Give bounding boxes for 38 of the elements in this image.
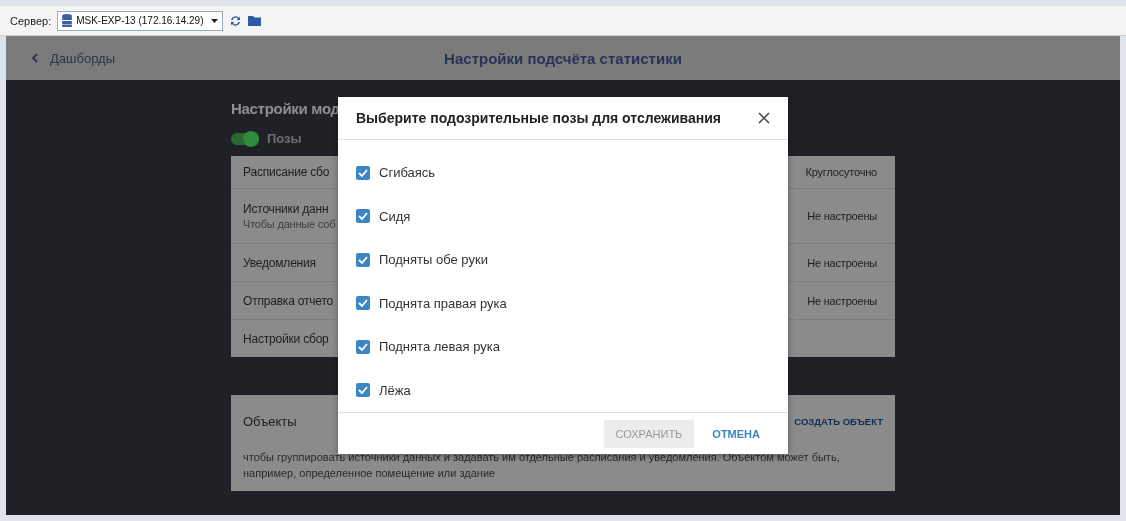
caret-icon xyxy=(211,18,219,23)
server-dropdown[interactable]: MSK-EXP-13 (172.16.14.29) xyxy=(57,10,224,31)
checkbox[interactable] xyxy=(356,339,370,354)
setting-label: Источники данн xyxy=(243,202,330,216)
back-link[interactable]: Дашборды xyxy=(32,50,115,66)
option-label: Лёжа xyxy=(379,382,411,398)
toggle-label: Позы xyxy=(267,131,302,146)
dialog-title: Выберите подозрительные позы для отслеживания xyxy=(356,110,722,126)
poses-toggle[interactable] xyxy=(231,132,259,145)
setting-label: Расписание сбо xyxy=(243,165,330,179)
cancel-button[interactable]: ОТМЕНА xyxy=(712,428,760,440)
chevron-left-icon xyxy=(32,53,38,63)
setting-label: Уведомления xyxy=(243,255,316,270)
option-label: Подняты обе руки xyxy=(379,252,488,268)
page-title: Настройки подсчёта статистики xyxy=(444,49,682,67)
setting-value: Не настроены xyxy=(807,210,877,222)
setting-value: Не настроены xyxy=(807,256,877,269)
server-label: Сервер: xyxy=(10,14,52,27)
setting-label: Отправка отчето xyxy=(243,293,334,308)
create-object-button[interactable]: СОЗДАТЬ ОБЪЕКТ xyxy=(794,415,883,427)
checkbox[interactable] xyxy=(356,165,370,180)
checkbox[interactable] xyxy=(356,252,370,267)
database-icon xyxy=(62,14,73,27)
close-icon[interactable] xyxy=(758,112,770,124)
option-label: Поднята правая рука xyxy=(379,295,507,311)
option-label: Поднята левая рука xyxy=(379,339,500,355)
setting-value: Не настроены xyxy=(807,294,877,307)
objects-title: Объекты xyxy=(243,413,297,429)
folder-icon[interactable] xyxy=(248,15,262,26)
checkbox[interactable] xyxy=(356,209,370,224)
option-label: Сидя xyxy=(379,208,411,224)
setting-value: Круглосуточно xyxy=(805,166,877,178)
option-label: Сгибаясь xyxy=(379,165,436,181)
refresh-icon[interactable] xyxy=(229,14,243,27)
checkbox[interactable] xyxy=(356,296,370,311)
checkbox[interactable] xyxy=(356,383,370,398)
setting-label: Настройки сбор xyxy=(243,331,329,346)
setting-hint: Чтобы данные соб xyxy=(243,218,336,230)
